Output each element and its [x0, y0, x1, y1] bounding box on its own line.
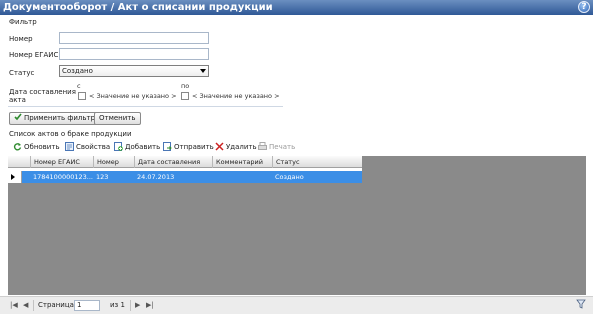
delete-button[interactable]: Удалить — [215, 142, 257, 153]
date-label: Дата составления акта — [9, 88, 76, 104]
pager: |◀ ◀ Страница 1 из 1 ▶ ▶| — [0, 296, 593, 314]
send-icon — [163, 142, 172, 151]
apply-filter-label: Применить фильтр — [24, 114, 96, 122]
refresh-button[interactable]: Обновить — [13, 142, 60, 153]
table-row[interactable]: 1784100000123... 123 24.07.2013 Создано — [22, 171, 362, 183]
column-header-egais[interactable]: Номер ЕГАИС — [30, 156, 93, 168]
apply-filter-button[interactable]: Применить фильтр — [9, 112, 101, 125]
egais-number-input[interactable] — [59, 48, 209, 60]
page-input[interactable]: 1 — [74, 300, 100, 311]
refresh-label: Обновить — [24, 143, 60, 151]
cell-number: 123 — [96, 173, 109, 181]
list-toolbar: Обновить Свойства Добавить Отправить Уда… — [8, 141, 586, 154]
prev-page-icon[interactable]: ◀ — [23, 300, 28, 311]
pager-separator — [33, 300, 34, 311]
properties-button[interactable]: Свойства — [65, 142, 110, 153]
page-count: из 1 — [110, 301, 125, 309]
chevron-down-icon — [200, 69, 206, 73]
delete-icon — [215, 142, 224, 151]
current-row-marker — [8, 171, 22, 183]
column-header-comment[interactable]: Комментарий — [212, 156, 272, 168]
pager-separator — [130, 300, 131, 311]
cell-date: 24.07.2013 — [137, 173, 175, 181]
filter-title: Фильтр — [9, 18, 37, 26]
help-icon[interactable]: ? — [578, 1, 590, 13]
refresh-icon — [13, 143, 22, 151]
cell-status: Создано — [275, 173, 304, 181]
properties-icon — [65, 142, 74, 151]
cancel-button-label: Отменить — [99, 114, 136, 122]
date-to-value[interactable]: < Значение не указано > — [192, 92, 280, 100]
page-label: Страница — [38, 301, 74, 309]
print-button[interactable]: Печать — [258, 142, 295, 153]
add-icon — [114, 142, 123, 151]
send-label: Отправить — [174, 143, 214, 151]
print-label: Печать — [269, 143, 296, 151]
date-to-label: по — [181, 82, 190, 90]
last-page-icon[interactable]: ▶| — [146, 300, 154, 311]
date-from-value[interactable]: < Значение не указано > — [89, 92, 177, 100]
first-page-icon[interactable]: |◀ — [10, 300, 18, 311]
row-pointer-icon — [11, 174, 15, 180]
next-page-icon[interactable]: ▶ — [135, 300, 140, 311]
status-label: Статус — [9, 69, 35, 77]
number-input[interactable] — [59, 32, 209, 44]
grid-header: Номер ЕГАИС Номер Дата составления Комме… — [8, 156, 362, 168]
cancel-button[interactable]: Отменить — [94, 112, 141, 125]
status-select[interactable]: Создано — [59, 65, 209, 77]
funnel-icon-shape — [576, 299, 586, 309]
column-header-status[interactable]: Статус — [272, 156, 362, 168]
date-label-line2: акта — [9, 96, 26, 104]
delete-label: Удалить — [226, 143, 257, 151]
date-to-checkbox[interactable] — [181, 92, 189, 100]
print-icon — [258, 142, 267, 150]
apply-filter-icon — [14, 113, 22, 121]
list-title: Список актов о браке продукции — [9, 130, 132, 138]
number-label: Номер — [9, 35, 33, 43]
send-button[interactable]: Отправить — [163, 142, 214, 153]
acts-grid[interactable]: Номер ЕГАИС Номер Дата составления Комме… — [8, 156, 586, 295]
cell-comment — [212, 171, 272, 183]
funnel-icon[interactable] — [576, 299, 586, 313]
row-indicator-header — [8, 156, 22, 168]
column-header-number[interactable]: Номер — [93, 156, 134, 168]
window-titlebar: Документооборот / Акт о списании продукц… — [0, 0, 593, 15]
add-label: Добавить — [125, 143, 161, 151]
add-button[interactable]: Добавить — [114, 142, 160, 153]
egais-number-label: Номер ЕГАИС — [9, 51, 59, 59]
cell-egais: 1784100000123... — [33, 173, 93, 181]
date-label-line1: Дата составления — [9, 88, 76, 96]
properties-label: Свойства — [76, 143, 111, 151]
column-header-date[interactable]: Дата составления — [134, 156, 212, 168]
divider — [8, 106, 283, 107]
date-from-checkbox[interactable] — [78, 92, 86, 100]
date-from-label: с — [77, 82, 81, 90]
status-select-value: Создано — [62, 67, 93, 75]
window-title: Документооборот / Акт о списании продукц… — [3, 2, 273, 13]
